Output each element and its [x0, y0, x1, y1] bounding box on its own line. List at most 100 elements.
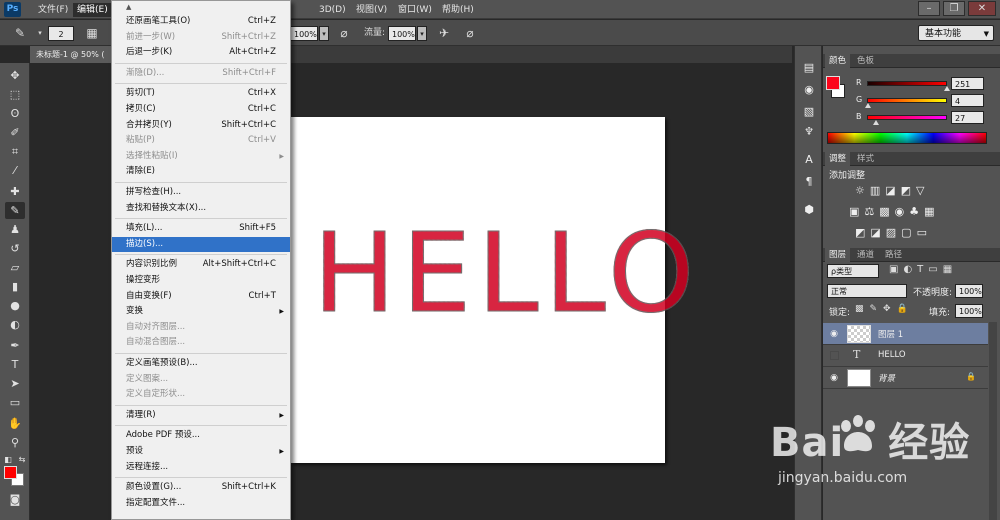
- layer-row-layer1[interactable]: ◉ 图层 1: [823, 323, 988, 345]
- healing-brush-tool-icon[interactable]: ✚: [5, 183, 25, 200]
- layer-opacity-field[interactable]: 100%: [955, 284, 983, 298]
- edit-menu-item[interactable]: 拷贝(C) Ctrl+C: [112, 102, 290, 117]
- brush-tool-preset-icon[interactable]: ✎: [12, 25, 28, 41]
- pressure-size-icon[interactable]: ⌀: [462, 25, 478, 41]
- brush-tool-icon[interactable]: ✎: [5, 202, 25, 219]
- minimize-button[interactable]: –: [918, 1, 940, 16]
- red-value-field[interactable]: 251: [951, 77, 984, 90]
- color-spectrum[interactable]: [827, 132, 987, 144]
- edit-menu-item[interactable]: 粘贴(P) Ctrl+V: [112, 133, 290, 148]
- layer-filter-select[interactable]: ρ类型: [827, 264, 879, 278]
- edit-menu-item[interactable]: 颜色设置(G)... Shift+Ctrl+K: [112, 480, 290, 495]
- eyedropper-tool-icon[interactable]: ⁄: [5, 162, 25, 179]
- brush-panel-icon[interactable]: ▦: [84, 25, 100, 41]
- layer-row-background[interactable]: ◉ 背景 🔒: [823, 367, 988, 389]
- edit-menu-item[interactable]: 自动混合图层...: [112, 335, 290, 350]
- edit-menu-item[interactable]: 变换 ▶: [112, 304, 290, 319]
- close-button[interactable]: ✕: [968, 1, 996, 16]
- opacity-field[interactable]: 100%: [290, 26, 318, 41]
- edit-menu-item[interactable]: 操控变形: [112, 273, 290, 288]
- menu-scroll-up-icon[interactable]: ▲: [126, 3, 131, 11]
- path-select-tool-icon[interactable]: ➤: [5, 375, 25, 392]
- edit-menu-item[interactable]: 清除(E): [112, 164, 290, 179]
- tab-layers[interactable]: 图层: [825, 248, 851, 262]
- stamp-tool-icon[interactable]: ♟: [5, 221, 25, 238]
- green-slider-thumb[interactable]: [865, 103, 871, 108]
- edit-menu-item[interactable]: 定义自定形状...: [112, 387, 290, 402]
- edit-menu-item[interactable]: 合并拷贝(Y) Shift+Ctrl+C: [112, 118, 290, 133]
- edit-menu-item[interactable]: 查找和替换文本(X)...: [112, 201, 290, 216]
- document-tab[interactable]: 未标题-1 @ 50% (: [30, 46, 112, 63]
- restore-button[interactable]: ❐: [943, 1, 965, 16]
- edit-menu-item[interactable]: 前进一步(W) Shift+Ctrl+Z: [112, 30, 290, 45]
- tab-color[interactable]: 颜色: [825, 54, 851, 68]
- green-value-field[interactable]: 4: [951, 94, 984, 107]
- brush-presets-icon[interactable]: ♆: [801, 124, 817, 140]
- edit-menu-item[interactable]: 定义图案...: [112, 372, 290, 387]
- paragraph-panel-icon[interactable]: ¶: [801, 174, 817, 190]
- red-slider-track[interactable]: [867, 81, 947, 86]
- pen-tool-icon[interactable]: ✒: [5, 337, 25, 354]
- character-panel-icon[interactable]: A: [801, 152, 817, 168]
- dodge-tool-icon[interactable]: ◐: [5, 316, 25, 333]
- document-canvas[interactable]: HELLO: [291, 117, 695, 463]
- visibility-off-box[interactable]: [830, 351, 839, 360]
- edit-menu-item[interactable]: 远程连接...: [112, 460, 290, 475]
- edit-menu-item[interactable]: Adobe PDF 预设...: [112, 428, 290, 443]
- flow-dropdown-icon[interactable]: ▾: [417, 26, 427, 41]
- workspace-select[interactable]: 基本功能 ▼: [918, 25, 994, 41]
- brush-size-field[interactable]: 2: [48, 26, 74, 41]
- menu-item[interactable]: 帮助(H): [438, 3, 478, 17]
- edit-menu-item[interactable]: 拼写检查(H)...: [112, 185, 290, 200]
- layer-fill-field[interactable]: 100%: [955, 304, 983, 318]
- edit-menu-item[interactable]: 清理(R) ▶: [112, 408, 290, 423]
- foreground-color-swatch[interactable]: [4, 466, 17, 479]
- edit-menu-item[interactable]: 定义画笔预设(B)...: [112, 356, 290, 371]
- crop-tool-icon[interactable]: ⌗: [5, 143, 25, 160]
- shape-tool-icon[interactable]: ▭: [5, 394, 25, 411]
- history-brush-tool-icon[interactable]: ↺: [5, 240, 25, 257]
- blue-slider-thumb[interactable]: [873, 120, 879, 125]
- menu-item[interactable]: 编辑(E): [73, 3, 112, 17]
- edit-menu-item[interactable]: 选择性粘贴(I) ▶: [112, 149, 290, 164]
- tab-swatches[interactable]: 色板: [853, 54, 878, 68]
- menu-item[interactable]: 视图(V): [352, 3, 391, 17]
- edit-menu-item[interactable]: 后退一步(K) Alt+Ctrl+Z: [112, 45, 290, 60]
- hand-tool-icon[interactable]: ✋: [5, 415, 25, 432]
- adjustment-icons-row-3[interactable]: ◩◪▨▢▭: [855, 226, 932, 239]
- lasso-tool-icon[interactable]: ʘ: [5, 105, 25, 122]
- edit-menu-item[interactable]: 描边(S)...: [112, 236, 290, 252]
- menu-item[interactable]: 文件(F): [34, 3, 72, 17]
- tab-styles[interactable]: 样式: [853, 152, 878, 166]
- opacity-dropdown-icon[interactable]: ▾: [319, 26, 329, 41]
- layer-row-hello[interactable]: T HELLO: [823, 345, 988, 367]
- history-panel-icon[interactable]: ▤: [801, 60, 817, 76]
- quick-select-tool-icon[interactable]: ✐: [5, 124, 25, 141]
- eraser-tool-icon[interactable]: ▱: [5, 259, 25, 276]
- marquee-tool-icon[interactable]: ⬚: [5, 86, 25, 103]
- edit-menu-item[interactable]: 自动对齐图层...: [112, 320, 290, 335]
- edit-menu-item[interactable]: 自由变换(F) Ctrl+T: [112, 289, 290, 304]
- tab-adjustments[interactable]: 调整: [825, 152, 851, 166]
- blue-value-field[interactable]: 27: [951, 111, 984, 124]
- adjustment-icons-row-1[interactable]: ☼▥◪◩▽: [855, 184, 930, 197]
- airbrush-icon[interactable]: ✈: [436, 25, 452, 41]
- blend-mode-select[interactable]: 正常: [827, 284, 907, 298]
- actions-panel-icon[interactable]: ◉: [801, 82, 817, 98]
- pressure-opacity-icon[interactable]: ⌀: [336, 25, 352, 41]
- visibility-eye-icon[interactable]: ◉: [828, 328, 840, 340]
- menu-item[interactable]: 3D(D): [315, 3, 350, 17]
- blue-slider-track[interactable]: [867, 115, 947, 120]
- preset-dropdown-icon[interactable]: ▾: [32, 25, 48, 41]
- gradient-tool-icon[interactable]: ▮: [5, 278, 25, 295]
- blur-tool-icon[interactable]: ●: [5, 297, 25, 314]
- flow-field[interactable]: 100%: [388, 26, 416, 41]
- move-tool-icon[interactable]: ✥: [5, 67, 25, 84]
- edit-menu-item[interactable]: 填充(L)... Shift+F5: [112, 221, 290, 236]
- zoom-tool-icon[interactable]: ⚲: [5, 434, 25, 451]
- 3d-panel-icon[interactable]: ⬢: [801, 202, 817, 218]
- layer-filter-icons[interactable]: ▣◐T▭▦: [889, 264, 957, 275]
- type-tool-icon[interactable]: T: [5, 356, 25, 373]
- lock-icons[interactable]: ▩✎✥🔒: [855, 304, 914, 314]
- swap-colors-icon[interactable]: ⇆: [16, 451, 28, 468]
